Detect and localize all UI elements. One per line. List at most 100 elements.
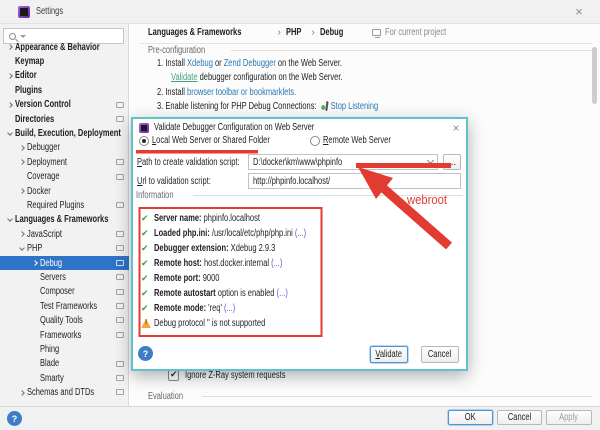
sidebar-item-frameworks[interactable]: Frameworks [0, 328, 129, 342]
sidebar-item-debugger[interactable]: Debugger [0, 141, 129, 155]
screen-icon [116, 317, 124, 323]
bottom-bar: ? OK Cancel Apply [0, 406, 600, 430]
dialog-app-icon [139, 123, 149, 133]
screen-icon [116, 274, 124, 280]
pre-step-3: 3. Enable listening for PHP Debug Connec… [157, 101, 452, 112]
sidebar-item-label: JavaScript [27, 229, 62, 240]
details-link[interactable]: (...) [277, 288, 288, 299]
validate-button[interactable]: Validate [370, 346, 408, 363]
sidebar-item-label: Debugger [27, 142, 60, 153]
screen-icon [116, 116, 124, 122]
check-icon: ✔ [141, 288, 154, 299]
check-icon: ✔ [141, 228, 154, 239]
sidebar-item-blade[interactable]: Blade [0, 357, 129, 371]
breadcrumb-separator: › [277, 27, 280, 38]
info-list: ✔Server name: phpinfo.localhost✔Loaded p… [141, 211, 461, 331]
window-close-icon[interactable]: × [566, 2, 592, 22]
info-item-label: Debugger extension: [154, 243, 229, 254]
check-icon: ✔ [141, 243, 154, 254]
sidebar-item-label: Test Frameworks [40, 301, 97, 312]
dialog-title: Validate Debugger Configuration on Web S… [154, 122, 314, 133]
step-text: or [213, 58, 224, 69]
chevron-right-icon[interactable] [17, 232, 27, 236]
sidebar-item-languages-frameworks[interactable]: Languages & Frameworks [0, 213, 129, 227]
info-item: ✔Loaded php.ini: /usr/local/etc/php/php.… [141, 226, 461, 241]
details-link[interactable]: (...) [271, 258, 282, 269]
dialog-help-icon[interactable]: ? [138, 346, 153, 361]
stop-listening-link[interactable]: Stop Listening [331, 101, 379, 112]
sidebar-item-composer[interactable]: Composer [0, 285, 129, 299]
sidebar-item-label: Appearance & Behavior [15, 42, 100, 53]
chevron-down-icon[interactable] [5, 219, 15, 221]
zray-checkbox[interactable]: ✔ [168, 370, 179, 381]
sidebar-item-javascript[interactable]: JavaScript [0, 227, 129, 241]
info-item: ✔Remote mode: 'req' (...) [141, 301, 461, 316]
sidebar-item-label: Smarty [40, 373, 64, 384]
sidebar-item-servers[interactable]: Servers [0, 270, 129, 284]
main-scrollbar-thumb[interactable] [592, 47, 597, 104]
sidebar-item-keymap[interactable]: Keymap [0, 54, 129, 68]
sidebar-item-directories[interactable]: Directories [0, 112, 129, 126]
sidebar-item-deployment[interactable]: Deployment [0, 155, 129, 169]
sidebar-item-coverage[interactable]: Coverage [0, 170, 129, 184]
sidebar-item-plugins[interactable]: Plugins [0, 83, 129, 97]
dialog-close-icon[interactable]: × [447, 120, 465, 136]
sidebar-item-test-frameworks[interactable]: Test Frameworks [0, 299, 129, 313]
browser-toolbar-link[interactable]: browser toolbar or bookmarklets. [187, 87, 296, 98]
chevron-right-icon[interactable] [17, 189, 27, 193]
zend-debugger-link[interactable]: Zend Debugger [224, 58, 276, 69]
screen-icon [116, 375, 124, 381]
details-link[interactable]: (...) [295, 228, 306, 239]
ok-button[interactable]: OK [448, 410, 493, 425]
breadcrumb-debug[interactable]: Debug [320, 27, 343, 38]
local-web-server-radio[interactable] [139, 136, 149, 146]
breadcrumb-divider [140, 43, 592, 44]
pre-step-1: 1. Install Xdebug or Zend Debugger on th… [157, 58, 404, 69]
sidebar-item-quality-tools[interactable]: Quality Tools [0, 313, 129, 327]
local-web-server-radio-label[interactable]: Local Web Server or Shared Folder [152, 135, 270, 146]
sidebar-item-required-plugins[interactable]: Required Plugins [0, 198, 129, 212]
chevron-right-icon[interactable] [17, 160, 27, 164]
chevron-down-icon[interactable] [17, 248, 27, 250]
info-item-label: Remote autostart [154, 288, 216, 299]
browse-button[interactable]: ... [443, 154, 461, 170]
chevron-right-icon[interactable] [30, 261, 40, 265]
sidebar-item-docker[interactable]: Docker [0, 184, 129, 198]
cancel-button[interactable]: Cancel [497, 410, 542, 425]
sidebar-item-smarty[interactable]: Smarty [0, 371, 129, 385]
url-input[interactable]: http://phpinfo.localhost/ [248, 173, 461, 189]
chevron-right-icon[interactable] [5, 45, 15, 49]
sidebar-item-php[interactable]: PHP [0, 241, 129, 255]
remote-web-server-radio[interactable] [310, 136, 320, 146]
validate-link[interactable]: Validate [171, 72, 198, 83]
check-icon: ✔ [141, 213, 154, 224]
sidebar-item-appearance-behavior[interactable]: Appearance & Behavior [0, 40, 129, 54]
info-item: ✔Server name: phpinfo.localhost [141, 211, 461, 226]
dialog-cancel-button[interactable]: Cancel [421, 346, 459, 363]
apply-button[interactable]: Apply [546, 410, 592, 425]
sidebar-item-schemas-and-dtds[interactable]: Schemas and DTDs [0, 385, 129, 399]
details-link[interactable]: (...) [224, 303, 235, 314]
sidebar-item-editor[interactable]: Editor [0, 69, 129, 83]
chevron-down-icon[interactable] [5, 133, 15, 135]
sidebar-item-debug[interactable]: Debug [0, 256, 129, 270]
sidebar-item-version-control[interactable]: Version Control [0, 98, 129, 112]
breadcrumb-php[interactable]: PHP [286, 27, 301, 38]
help-icon[interactable]: ? [7, 411, 22, 426]
sidebar-item-label: Directories [15, 114, 54, 125]
chevron-right-icon[interactable] [5, 74, 15, 78]
chevron-right-icon[interactable] [5, 103, 15, 107]
sidebar-item-build-execution-deployment[interactable]: Build, Execution, Deployment [0, 126, 129, 140]
xdebug-link[interactable]: Xdebug [187, 58, 213, 69]
breadcrumb-languages-frameworks[interactable]: Languages & Frameworks [148, 27, 241, 38]
chevron-down-icon[interactable] [427, 157, 434, 164]
chevron-right-icon[interactable] [17, 391, 27, 395]
path-input[interactable]: D:\docker\km\www\phpinfo [248, 154, 438, 170]
remote-web-server-radio-label[interactable]: Remote Web Server [323, 135, 391, 146]
screen-icon [116, 389, 124, 395]
sidebar-item-phing[interactable]: Phing [0, 342, 129, 356]
chevron-right-icon[interactable] [17, 146, 27, 150]
pre-step-1b: Validate debugger configuration on the W… [171, 72, 400, 83]
section-title: Pre-configuration [148, 45, 205, 56]
section-rule [202, 396, 592, 397]
